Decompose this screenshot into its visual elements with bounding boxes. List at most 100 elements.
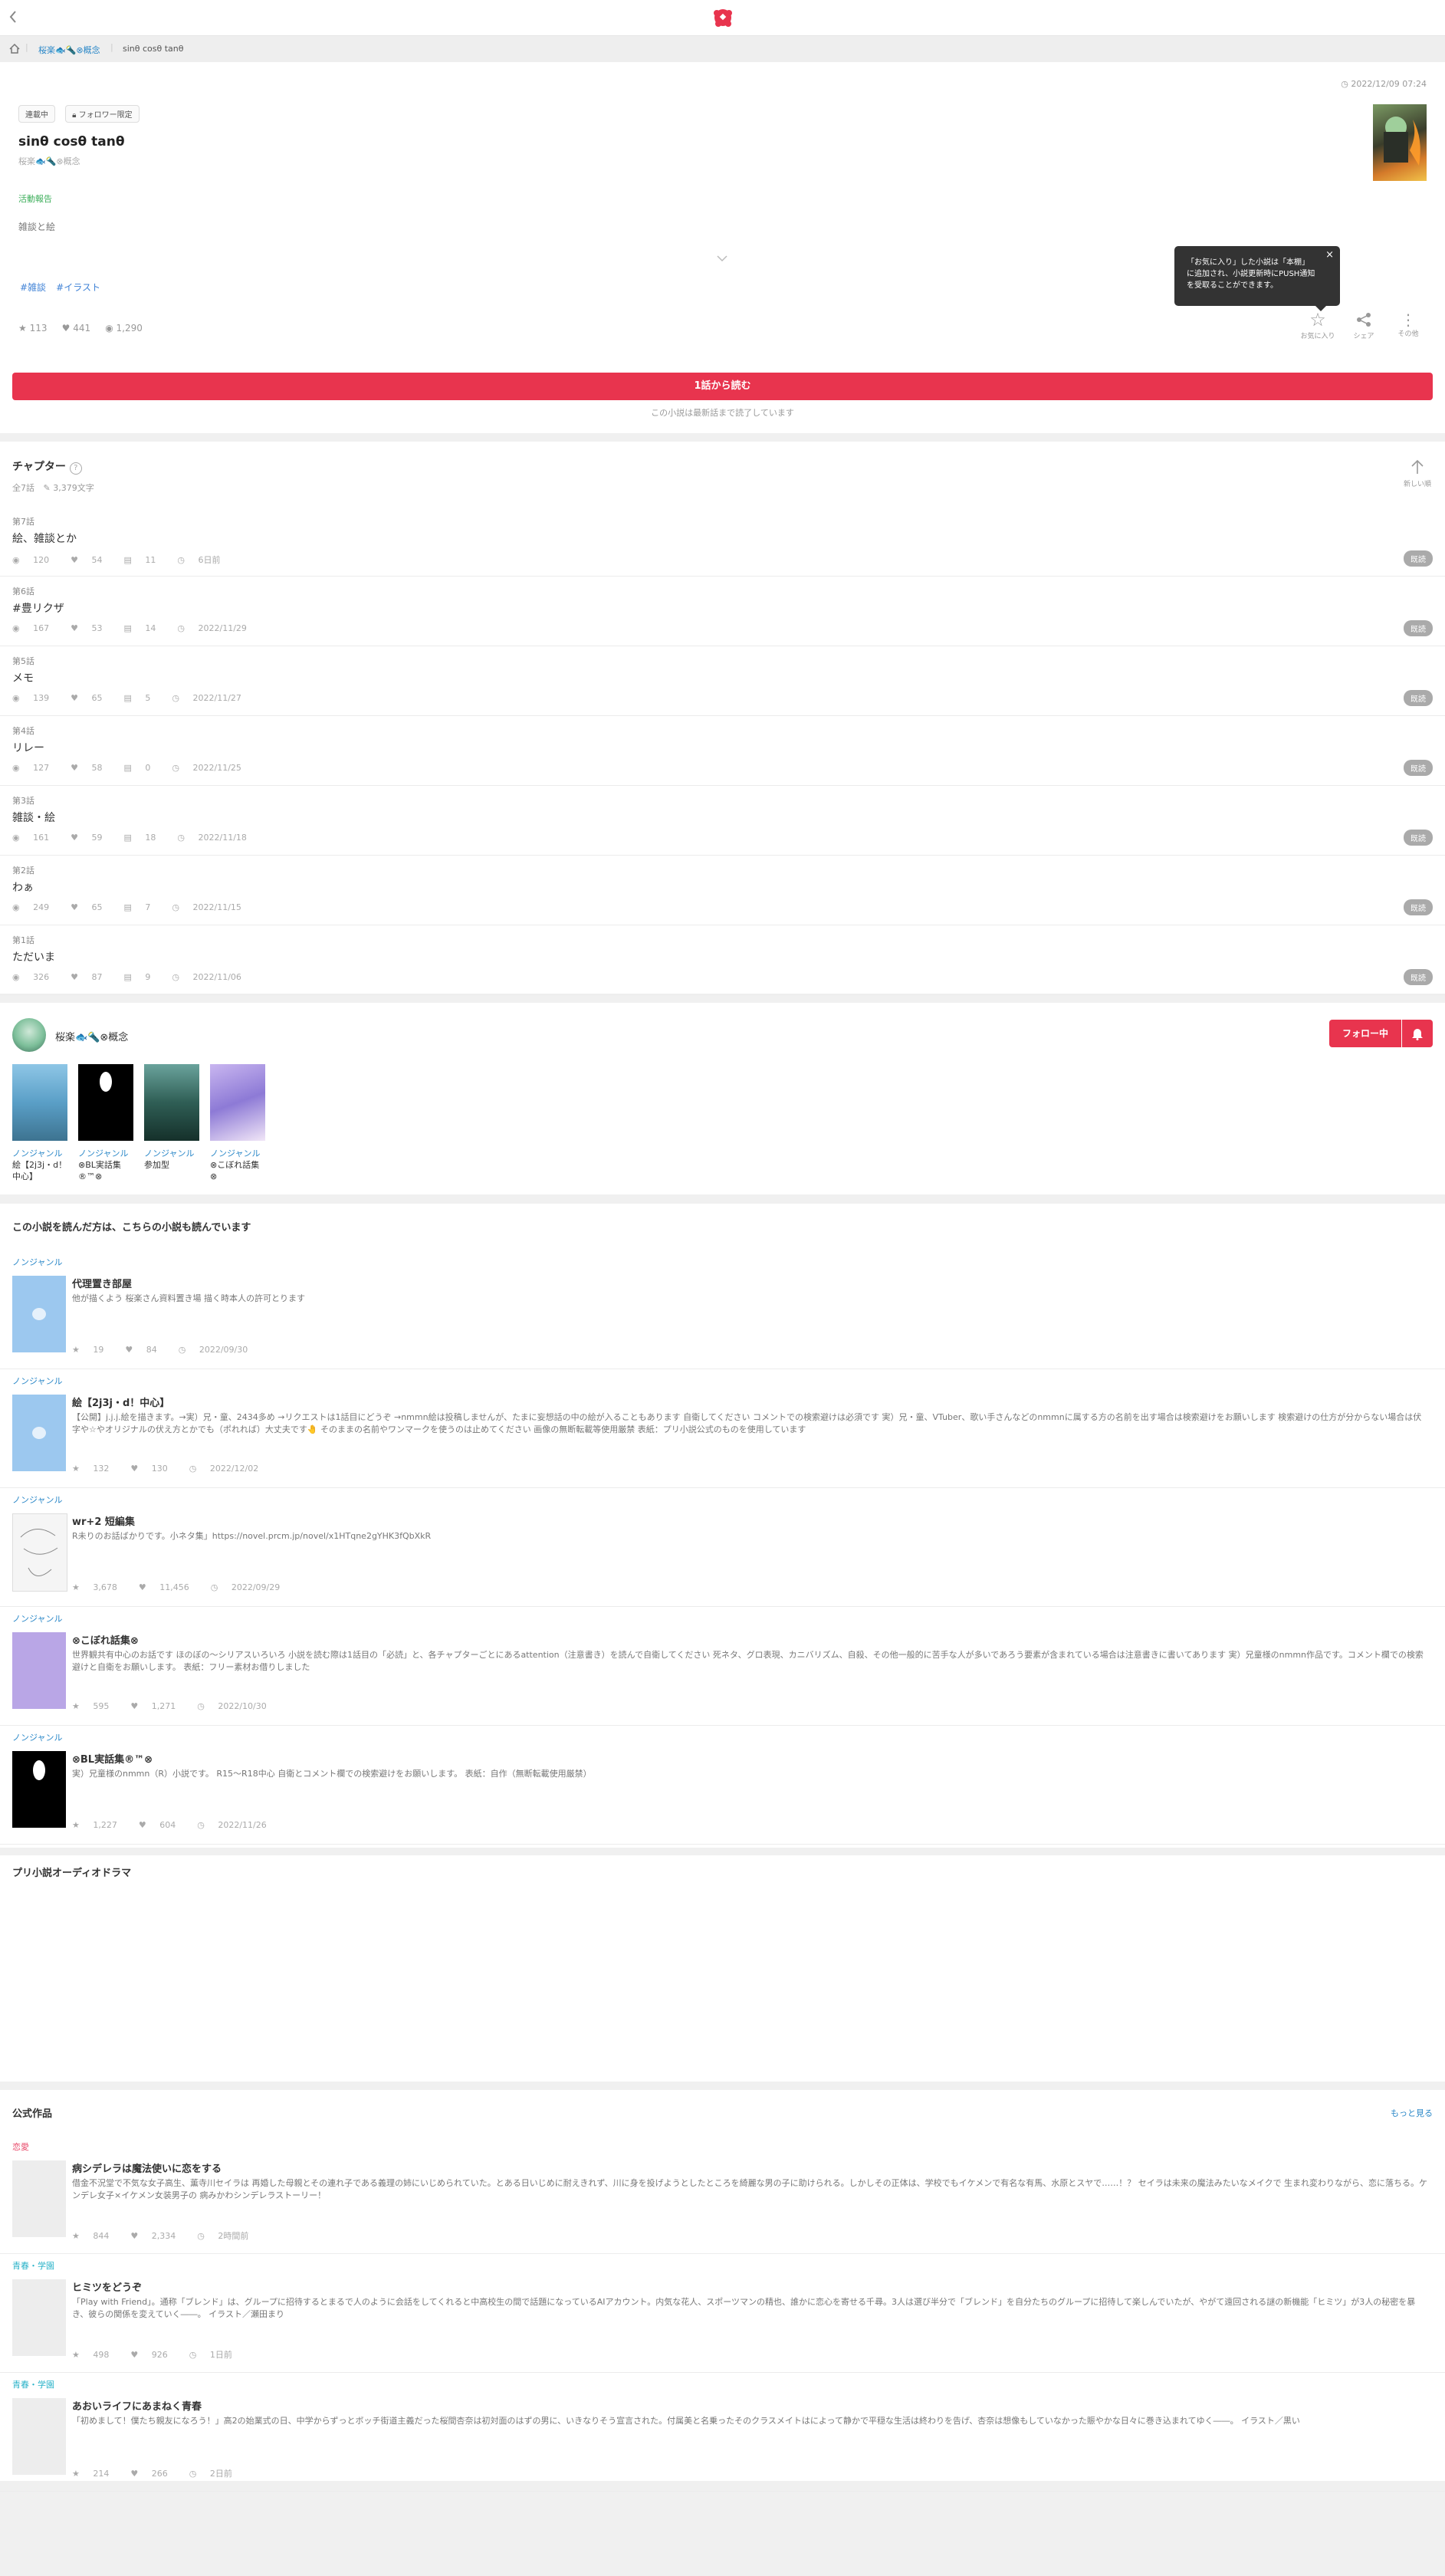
cover-image[interactable] <box>1373 104 1427 181</box>
heart-icon: ♥ <box>71 555 78 565</box>
official-item[interactable]: 青春・学園あおいライフにあまねく青春「初めまして！僕たち親友になろう！」高2の始… <box>0 2372 1445 2492</box>
author-name[interactable]: 桜楽🐟🔦⊗概念 <box>55 1029 128 1043</box>
heart-icon: ♥ <box>71 833 78 843</box>
more-link[interactable]: もっと見る <box>1391 2107 1433 2119</box>
chapter-row[interactable]: 第7話 絵、雑談とか ◉ 120 ♥ 54 ▤ 11 ◷ 6日前 既読 <box>0 506 1445 577</box>
comment-icon: ▤ <box>123 763 132 773</box>
more-button[interactable]: ⋮ その他 <box>1389 312 1427 338</box>
chapter-title: 絵、雑談とか <box>12 533 77 545</box>
item-genre[interactable]: ノンジャンル <box>12 1493 62 1506</box>
item-genre[interactable]: 青春・学園 <box>12 2259 54 2272</box>
item-genre[interactable]: 恋愛 <box>12 2141 29 2153</box>
official-section: 公式作品 もっと見る 恋愛 病シデレラは魔法使いに恋をする 借金不況堂で不気な女子高… <box>0 2090 1445 2492</box>
official-list: 恋愛 病シデレラは魔法使いに恋をする 借金不況堂で不気な女子高生、薫寺川セイラは 再… <box>0 2134 1445 2492</box>
novel-author[interactable]: 桜楽🐟🔦⊗概念 <box>18 155 80 167</box>
chapter-meta: ◉ 326 ♥ 87 ▤ 9 ◷ 2022/11/06 <box>12 972 241 982</box>
notification-button[interactable] <box>1402 1020 1433 1047</box>
chapter-number: 第7話 <box>12 517 34 527</box>
recommend-item[interactable]: ノンジャンル ⊗BL実話集®™⊗ 実）兄童様のnmmn（R）小説です。 R15〜R1… <box>0 1725 1445 1845</box>
item-meta: ★ 3,678 ♥ 11,456 ◷ 2022/09/29 <box>72 1582 281 1592</box>
share-button[interactable]: シェア <box>1345 312 1383 340</box>
read-badge: 既読 <box>1404 690 1433 706</box>
heart-icon: ♥ <box>130 1701 139 1711</box>
eye-icon: ◉ <box>105 323 113 334</box>
eye-icon: ◉ <box>12 833 20 843</box>
official-item[interactable]: 青春・学園 ヒミツをどうぞ 「Play with Friend」。通称「ブレンド」は… <box>0 2253 1445 2373</box>
comment-icon: ▤ <box>123 902 132 912</box>
audio-drama-title: プリ小説オーディオドラマ <box>12 1868 132 1879</box>
close-icon[interactable]: × <box>1325 249 1334 261</box>
item-title: ヒミツをどうぞ <box>72 2282 143 2294</box>
item-genre[interactable]: ノンジャンル <box>12 1256 62 1268</box>
author-work[interactable]: ノンジャンル ⊗こぼれ話集⊗ <box>210 1064 265 1182</box>
clock-icon: ◷ <box>172 902 179 912</box>
work-genre[interactable]: ノンジャンル <box>12 1147 67 1159</box>
recommend-item[interactable]: ノンジャンル wr+2 短編集 R未りのお話ばかりです。小ネタ集」https://n… <box>0 1487 1445 1607</box>
recommend-item[interactable]: ノンジャンル ⊗こぼれ話集⊗ 世界観共有中心のお話です ほのぼの〜シリアスいろいろ … <box>0 1606 1445 1726</box>
item-description: R未りのお話ばかりです。小ネタ集」https://novel.prcm.jp/n… <box>72 1531 432 1541</box>
chevron-left-icon[interactable] <box>8 9 18 28</box>
work-genre[interactable]: ノンジャンル <box>144 1147 199 1159</box>
recommend-item[interactable]: ノンジャンル 絵【2j3j・d！中心】 【公開】j.j.j.絵を描きます。→実）兄・… <box>0 1368 1445 1488</box>
item-title: 絵【2j3j・d！中心】 <box>72 1398 170 1409</box>
chapter-row[interactable]: 第3話 雑談・絵 ◉ 161 ♥ 59 ▤ 18 ◷ 2022/11/18 既読 <box>0 785 1445 856</box>
item-genre[interactable]: ノンジャンル <box>12 1375 62 1387</box>
official-item[interactable]: 恋愛 病シデレラは魔法使いに恋をする 借金不況堂で不気な女子高生、薫寺川セイラは 再… <box>0 2134 1445 2254</box>
author-work[interactable]: ノンジャンル 絵【2j3j・d！中心】 <box>12 1064 67 1182</box>
expand-chevron-icon[interactable] <box>716 251 728 265</box>
sort-button[interactable]: 新しい順 <box>1404 458 1431 488</box>
eye-icon: ◉ <box>12 623 20 633</box>
breadcrumb: | 桜楽🐟🔦⊗概念 | sinθ cosθ tanθ <box>0 36 1445 62</box>
chapter-row[interactable]: 第2話 わぁ ◉ 249 ♥ 65 ▤ 7 ◷ 2022/11/15 既読 <box>0 855 1445 925</box>
item-genre[interactable]: ノンジャンル <box>12 1731 62 1743</box>
item-cover <box>12 1632 66 1709</box>
item-description: 「初めまして！僕たち親友になろう！」高2の始業式の日、中学からずっとボッチ街道主… <box>72 2416 1300 2426</box>
hashtag[interactable]: #雑談 <box>20 282 46 293</box>
item-title: 病シデレラは魔法使いに恋をする <box>72 2164 222 2175</box>
eye-icon: ◉ <box>12 902 20 912</box>
author-work[interactable]: ノンジャンル ⊗BL実話集®™⊗ <box>78 1064 133 1182</box>
favorite-button[interactable]: ☆ お気に入り <box>1299 309 1337 340</box>
arrow-up-icon <box>1410 459 1425 478</box>
heart-icon: ♥ <box>71 972 78 982</box>
chapter-row[interactable]: 第4話 リレー ◉ 127 ♥ 58 ▤ 0 ◷ 2022/11/25 既読 <box>0 715 1445 786</box>
item-title: あおいライフにあまねく青春 <box>72 2401 202 2413</box>
comment-icon: ▤ <box>123 623 132 633</box>
hashtag[interactable]: #イラスト <box>56 282 100 293</box>
read-badge: 既読 <box>1404 830 1433 846</box>
eye-icon: ◉ <box>12 972 20 982</box>
work-genre[interactable]: ノンジャンル <box>78 1147 133 1159</box>
item-cover <box>12 1395 66 1471</box>
item-meta: ★ 595 ♥ 1,271 ◷ 2022/10/30 <box>72 1701 267 1711</box>
home-icon[interactable] <box>9 43 20 56</box>
breadcrumb-author[interactable]: 桜楽🐟🔦⊗概念 <box>38 44 100 56</box>
clock-icon: ◷ <box>189 2350 197 2360</box>
genre-label[interactable]: 活動報告 <box>18 192 52 205</box>
recommend-item[interactable]: ノンジャンル 代理置き部屋 他が描くよう 桜楽さん資料置き場 描く時本人の許可とりま… <box>0 1250 1445 1369</box>
work-cover <box>12 1064 67 1141</box>
follow-button[interactable]: フォロー中 <box>1329 1020 1401 1047</box>
clock-icon: ◷ <box>172 972 179 982</box>
read-status-note: この小説は最新話まで読了しています <box>651 408 794 418</box>
work-genre[interactable]: ノンジャンル <box>210 1147 265 1159</box>
author-work[interactable]: ノンジャンル 参加型 <box>144 1064 199 1171</box>
avatar[interactable] <box>12 1018 46 1052</box>
clock-icon: ◷ <box>197 1701 205 1711</box>
chapter-row[interactable]: 第6話 #豊リクザ ◉ 167 ♥ 53 ▤ 14 ◷ 2022/11/29 既読 <box>0 576 1445 646</box>
chapter-row[interactable]: 第1話 ただいま ◉ 326 ♥ 87 ▤ 9 ◷ 2022/11/06 既読 <box>0 925 1445 995</box>
item-meta: ★ 844 ♥ 2,334 ◷ 2時間前 <box>72 2231 249 2241</box>
item-genre[interactable]: ノンジャンル <box>12 1612 62 1625</box>
work-cover <box>210 1064 265 1141</box>
star-icon: ★ <box>72 1820 80 1830</box>
help-icon[interactable]: ? <box>69 462 82 475</box>
prism-logo-icon[interactable] <box>711 6 734 32</box>
share-icon <box>1355 313 1372 330</box>
item-genre[interactable]: 青春・学園 <box>12 2378 54 2390</box>
heart-icon: ♥ <box>71 763 78 773</box>
read-first-button[interactable]: 1話から読む <box>12 373 1433 400</box>
item-cover <box>12 1751 66 1828</box>
star-icon: ★ <box>72 2469 80 2479</box>
chapter-row[interactable]: 第5話 メモ ◉ 139 ♥ 65 ▤ 5 ◷ 2022/11/27 既読 <box>0 646 1445 716</box>
item-cover <box>12 2160 66 2237</box>
novel-summary: 雑談と絵 <box>18 222 56 232</box>
